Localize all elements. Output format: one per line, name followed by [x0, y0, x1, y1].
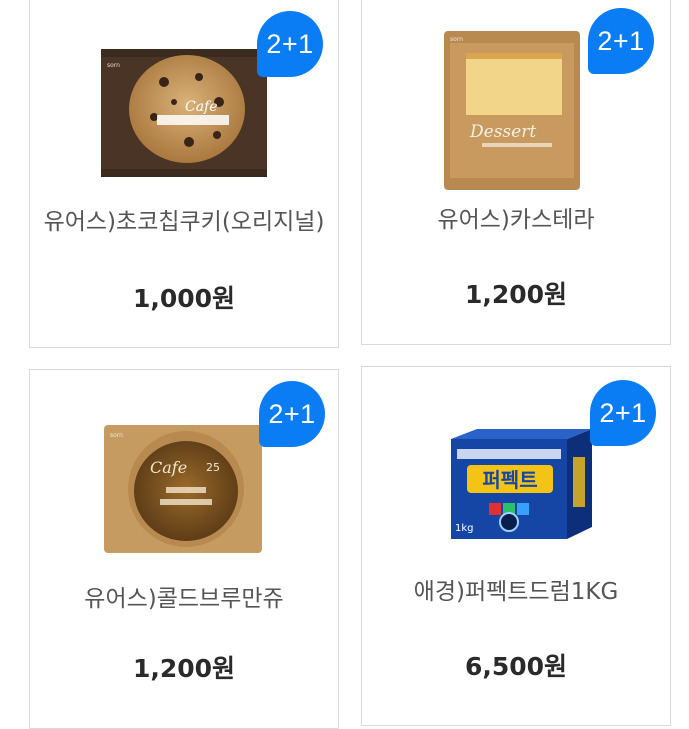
- product-name[interactable]: 유어스)카스테라: [372, 205, 660, 236]
- cold-brew-manju-package-image: Cafe 25 sorn: [102, 423, 264, 555]
- svg-text:25: 25: [206, 461, 220, 474]
- svg-text:퍼펙트: 퍼펙트: [482, 468, 537, 492]
- product-name[interactable]: 유어스)콜드브루만쥬: [40, 584, 328, 615]
- castella-package-image: Dessert sorn: [442, 29, 582, 192]
- product-price: 1,200원: [132, 654, 236, 683]
- promo-badge: 2+1: [588, 8, 654, 74]
- product-card[interactable]: Dessert sorn 2+1 유어스)카스테라 1,200원: [361, 0, 671, 345]
- product-card[interactable]: Cafe 25 sorn 2+1 유어스)콜드브루만쥬 1,200원: [29, 369, 339, 729]
- svg-text:sorn: sorn: [110, 432, 123, 439]
- product-card[interactable]: 퍼펙트 1kg 2+1 애경)퍼펙트드럼1KG 6,500원: [361, 366, 671, 726]
- product-price: 1,000원: [132, 284, 236, 313]
- svg-text:Cafe: Cafe: [150, 458, 187, 477]
- svg-text:sorn: sorn: [107, 62, 120, 69]
- svg-text:1kg: 1kg: [455, 523, 474, 534]
- promo-badge: 2+1: [259, 381, 325, 447]
- cookie-package-image: Cafe sorn: [99, 47, 269, 179]
- promo-badge: 2+1: [257, 11, 323, 77]
- detergent-box-image: 퍼펙트 1kg: [449, 427, 594, 542]
- product-price: 1,200원: [464, 280, 568, 309]
- product-price: 6,500원: [464, 652, 568, 681]
- svg-text:Cafe: Cafe: [185, 99, 218, 115]
- svg-text:sorn: sorn: [450, 36, 463, 43]
- svg-text:Dessert: Dessert: [469, 122, 536, 142]
- promo-badge: 2+1: [590, 380, 656, 446]
- product-card[interactable]: Cafe sorn 2+1 유어스)초코칩쿠키(오리지널) 1,000원: [29, 0, 339, 348]
- product-name[interactable]: 애경)퍼펙트드럼1KG: [372, 577, 660, 608]
- product-name[interactable]: 유어스)초코칩쿠키(오리지널): [40, 207, 328, 238]
